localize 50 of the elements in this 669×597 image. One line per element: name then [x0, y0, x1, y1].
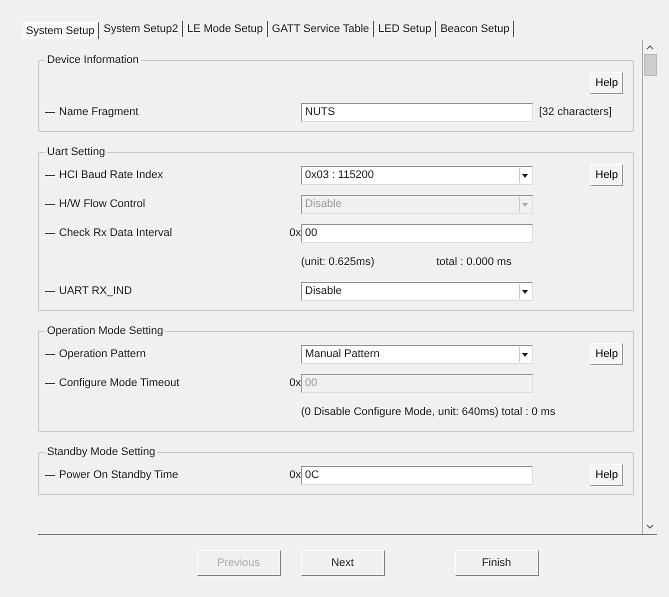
- tab[interactable]: LE Mode Setup: [183, 21, 268, 37]
- tree-line: [45, 232, 55, 234]
- field-label: HCI Baud Rate Index: [59, 169, 163, 181]
- tab[interactable]: System Setup2: [99, 21, 184, 37]
- help-button[interactable]: Help: [590, 164, 623, 186]
- wizard-button[interactable]: Finish: [454, 550, 538, 576]
- scrollbar[interactable]: [642, 40, 657, 534]
- group-title: Standby Mode Setting: [46, 446, 156, 458]
- hex-prefix: 0x: [289, 469, 301, 481]
- field-label: UART RX_IND: [59, 285, 132, 297]
- group-title: Uart Setting: [46, 146, 106, 158]
- field-label: Name Fragment: [59, 106, 138, 118]
- field-label: Operation Pattern: [59, 348, 146, 360]
- hint-text: [32 characters]: [539, 106, 612, 118]
- tab[interactable]: System Setup: [22, 22, 100, 38]
- help-button[interactable]: Help: [590, 343, 623, 365]
- scroll-thumb[interactable]: [644, 54, 656, 76]
- note-text: (0 Disable Configure Mode, unit: 640ms) total : 0 ms: [301, 406, 556, 418]
- field-label: Configure Mode Timeout: [59, 377, 180, 389]
- dropdown-arrow-icon: [519, 168, 530, 182]
- input-field[interactable]: 0C: [301, 466, 533, 484]
- field-label: Check Rx Data Interval: [59, 227, 172, 239]
- scroll-down-icon[interactable]: [646, 524, 654, 530]
- dropdown-arrow-icon: [519, 284, 530, 298]
- hex-prefix: 0x: [289, 377, 301, 389]
- tab[interactable]: Beacon Setup: [436, 21, 514, 37]
- tree-line: [45, 382, 55, 384]
- note-text: total : 0.000 ms: [436, 256, 512, 268]
- field-label: Power On Standby Time: [59, 469, 178, 481]
- input-field[interactable]: NUTS: [301, 102, 533, 122]
- group-title: Device Information: [46, 54, 140, 66]
- dropdown-arrow-icon: [519, 196, 530, 212]
- scroll-up-icon[interactable]: [646, 44, 654, 50]
- wizard-button[interactable]: Next: [300, 550, 384, 576]
- help-button[interactable]: Help: [590, 464, 623, 486]
- field-label: H/W Flow Control: [59, 198, 146, 210]
- tab[interactable]: LED Setup: [374, 21, 436, 37]
- tab[interactable]: GATT Service Table: [268, 21, 374, 37]
- tree-line: [45, 474, 55, 476]
- tree-line: [45, 290, 55, 292]
- dropdown-field[interactable]: Disable: [301, 282, 533, 300]
- hex-prefix: 0x: [289, 227, 301, 239]
- dropdown-arrow-icon: [519, 346, 530, 362]
- input-field[interactable]: 00: [301, 224, 533, 242]
- note-text: (unit: 0.625ms): [301, 256, 374, 268]
- group-title: Operation Mode Setting: [46, 325, 164, 337]
- tree-line: [45, 174, 55, 176]
- dropdown-field[interactable]: Manual Pattern: [301, 344, 533, 364]
- help-button[interactable]: Help: [590, 72, 623, 94]
- dropdown-field[interactable]: 0x03 : 115200: [301, 166, 533, 184]
